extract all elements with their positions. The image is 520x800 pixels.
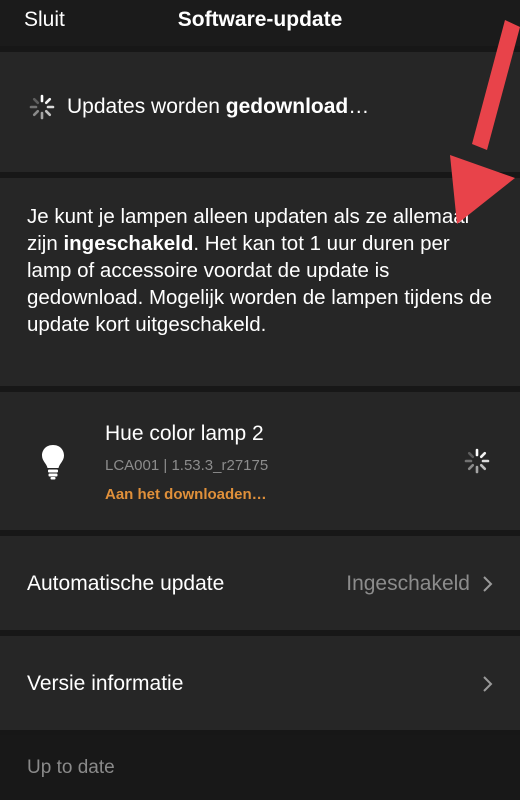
lamp-model-version: LCA001 | 1.53.3_r27175 [105,457,269,474]
page-title: Software-update [177,8,343,31]
automatic-update-label: Automatische update [27,572,225,595]
automatic-update-value: Ingeschakeld [346,572,470,595]
download-status-text: Updates worden gedownload… [67,95,370,118]
footer-status-text: Up to date [27,757,115,778]
version-info-label: Versie informatie [27,672,184,695]
spinner-icon [29,94,55,120]
chevron-right-icon [483,676,493,692]
header-bar: Sluit Software-update [0,0,520,46]
bulb-icon [42,445,64,480]
lamp-spinner-icon [464,448,490,474]
info-text: Je kunt je lampen alleen updaten als ze … [27,205,492,336]
lamp-download-status: Aan het downloaden… [105,486,267,503]
lamp-name: Hue color lamp 2 [105,422,264,445]
chevron-right-icon [483,576,493,592]
